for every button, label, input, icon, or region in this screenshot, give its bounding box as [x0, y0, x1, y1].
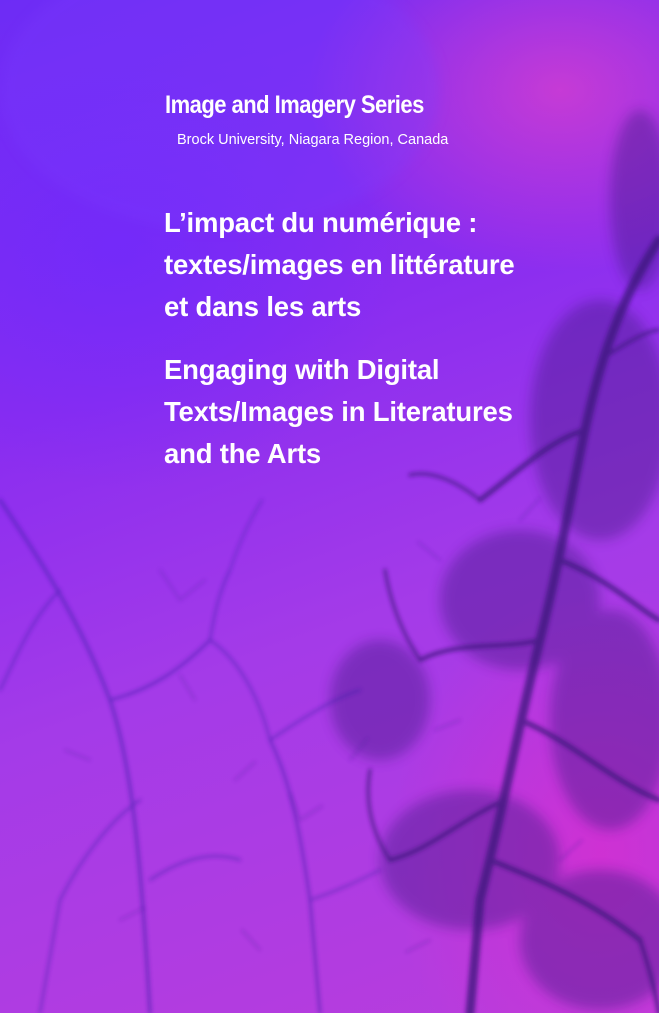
book-title-french-line: L’impact du numérique : [164, 207, 478, 238]
book-title-english-line: and the Arts [164, 438, 322, 469]
book-title-french-line: et dans les arts [164, 291, 362, 322]
book-title-english-line: Engaging with Digital [164, 354, 440, 385]
tree-branches-background-image [0, 0, 659, 1013]
book-title-english-line: Texts/Images in Literatures [164, 396, 513, 427]
book-cover: Image and Imagery Series Brock Universit… [0, 0, 659, 1013]
book-title-french-line: textes/images en littérature [164, 249, 515, 280]
series-subtitle: Brock University, Niagara Region, Canada [177, 132, 449, 148]
series-title: Image and Imagery Series [165, 91, 424, 119]
book-title-english: Engaging with Digital Texts/Images in Li… [164, 349, 513, 475]
book-title-french: L’impact du numérique : textes/images en… [164, 202, 515, 328]
